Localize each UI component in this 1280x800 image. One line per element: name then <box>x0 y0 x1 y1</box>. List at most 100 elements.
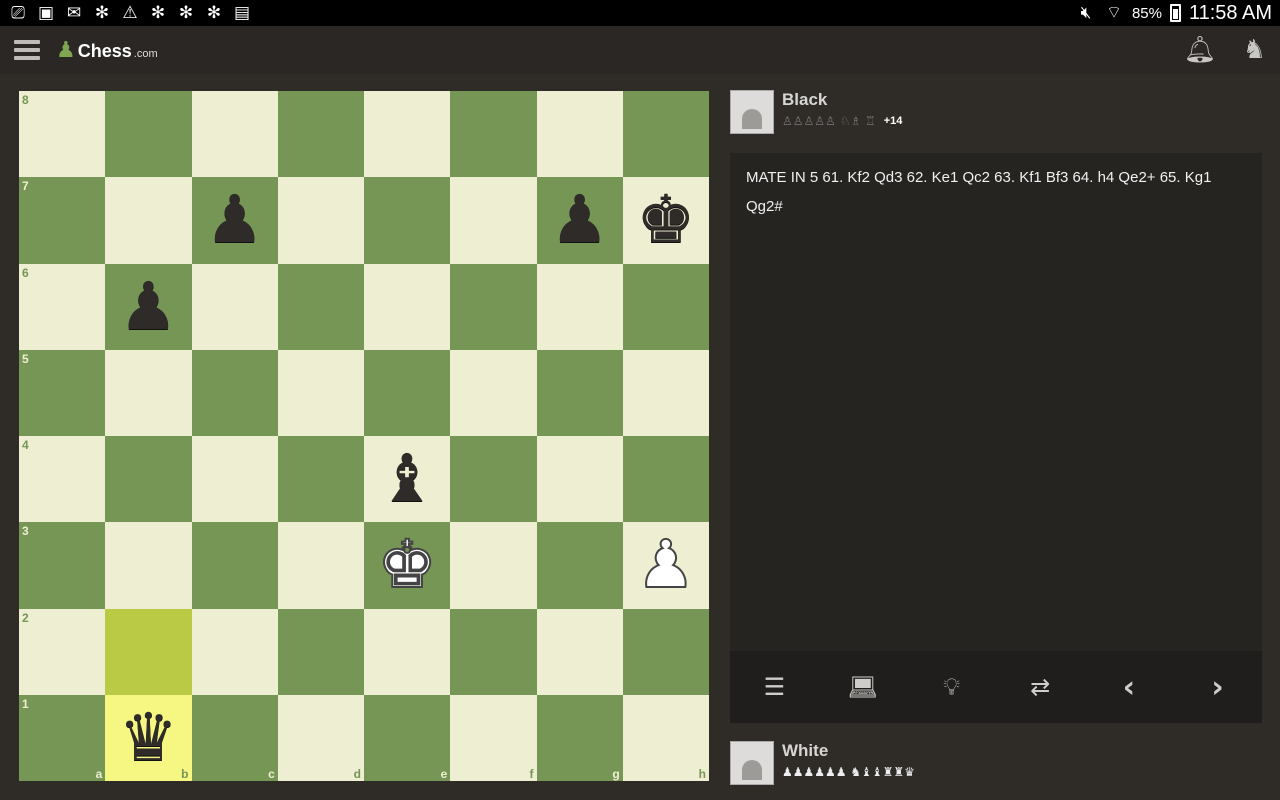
square-g4[interactable] <box>536 436 623 523</box>
next-move-icon[interactable]: › <box>1196 665 1240 709</box>
hint-lightbulb-icon[interactable]: 💡︎ <box>930 665 974 709</box>
square-b5[interactable] <box>105 349 192 436</box>
white-king-icon[interactable]: ♚ <box>377 531 438 599</box>
black-pawn-icon[interactable]: ♟ <box>550 187 609 253</box>
square-g6[interactable] <box>536 263 623 350</box>
rank-label: 2 <box>22 610 29 625</box>
square-h2[interactable] <box>622 608 709 695</box>
square-c8[interactable] <box>191 91 278 178</box>
square-e1[interactable]: e <box>364 694 451 781</box>
square-f6[interactable] <box>450 263 537 350</box>
square-e8[interactable] <box>364 91 451 178</box>
square-c2[interactable] <box>191 608 278 695</box>
square-g2[interactable] <box>536 608 623 695</box>
computer-icon[interactable]: 💻︎ <box>841 665 885 709</box>
captured-pieces: ♙♙♙♙♙ ♘♗ ♖ +14 <box>782 114 902 128</box>
file-label: g <box>612 767 620 781</box>
square-h1[interactable]: h <box>622 694 709 781</box>
snowflake-icon: ✻ <box>94 3 110 23</box>
black-pawn-icon[interactable]: ♟ <box>119 273 178 340</box>
square-c5[interactable] <box>191 349 278 436</box>
previous-move-icon[interactable]: ‹ <box>1107 665 1151 709</box>
black-queen-icon[interactable]: ♛ <box>119 704 178 771</box>
square-b3[interactable] <box>105 522 192 609</box>
chess-board[interactable]: 8 7 ♟ ♟ ♚ 6 ♟ 5 4 ♝ 3 ♚ ♟ 2 1 a b ♛ c d e f g h <box>19 91 709 781</box>
square-c3[interactable] <box>191 522 278 609</box>
square-f3[interactable] <box>450 522 537 609</box>
square-d6[interactable] <box>277 263 364 350</box>
flip-board-icon[interactable]: ⇄ <box>1018 665 1062 709</box>
player-name[interactable]: White <box>782 741 915 761</box>
square-c6[interactable] <box>191 263 278 350</box>
black-king-icon[interactable]: ♚ <box>636 187 695 253</box>
square-a8[interactable]: 8 <box>19 91 106 178</box>
square-f5[interactable] <box>450 349 537 436</box>
square-g8[interactable] <box>536 91 623 178</box>
square-f8[interactable] <box>450 91 537 178</box>
square-f7[interactable] <box>450 177 537 264</box>
square-b2[interactable] <box>105 608 192 695</box>
black-pawn-icon[interactable]: ♟ <box>205 187 264 253</box>
square-e2[interactable] <box>364 608 451 695</box>
app-bar: ♟ Chess .com 🔔︎ ♞ <box>0 26 1280 74</box>
square-c1[interactable]: c <box>191 694 278 781</box>
square-d4[interactable] <box>277 436 364 523</box>
player-name[interactable]: Black <box>782 90 902 110</box>
white-pawn-icon[interactable]: ♟ <box>635 531 696 599</box>
square-a2[interactable]: 2 <box>19 608 106 695</box>
square-g1[interactable]: g <box>536 694 623 781</box>
square-a7[interactable]: 7 <box>19 177 106 264</box>
square-g7[interactable]: ♟ <box>536 177 623 264</box>
cast-icon: ⎚ <box>11 3 25 23</box>
square-d2[interactable] <box>277 608 364 695</box>
square-g5[interactable] <box>536 349 623 436</box>
notifications-bell-icon[interactable]: 🔔︎ <box>1184 35 1217 65</box>
square-b7[interactable] <box>105 177 192 264</box>
clock: 11:58 AM <box>1188 1 1272 24</box>
square-b4[interactable] <box>105 436 192 523</box>
square-f1[interactable]: f <box>450 694 537 781</box>
square-c4[interactable] <box>191 436 278 523</box>
square-h7[interactable]: ♚ <box>622 177 709 264</box>
avatar[interactable] <box>730 741 774 785</box>
square-b8[interactable] <box>105 91 192 178</box>
square-h4[interactable] <box>622 436 709 523</box>
avatar[interactable] <box>730 90 774 134</box>
square-d8[interactable] <box>277 91 364 178</box>
square-d5[interactable] <box>277 349 364 436</box>
square-e7[interactable] <box>364 177 451 264</box>
square-a5[interactable]: 5 <box>19 349 106 436</box>
square-d3[interactable] <box>277 522 364 609</box>
square-a3[interactable]: 3 <box>19 522 106 609</box>
square-a6[interactable]: 6 <box>19 263 106 350</box>
system-status-bar: ⎚ ▣ ✉ ✻ ⚠ ✻ ✻ ✻ ▤ 🔇︎ ⌔ 85% 11:58 AM <box>0 0 1280 26</box>
square-d7[interactable] <box>277 177 364 264</box>
lessons-pawn-icon[interactable]: ♞ <box>1243 35 1266 65</box>
square-h5[interactable] <box>622 349 709 436</box>
chess-com-logo[interactable]: ♟ Chess .com <box>56 38 158 63</box>
square-e6[interactable] <box>364 263 451 350</box>
square-b6[interactable]: ♟ <box>105 263 192 350</box>
square-d1[interactable]: d <box>277 694 364 781</box>
square-a4[interactable]: 4 <box>19 436 106 523</box>
move-list-icon[interactable]: ☰ <box>752 665 796 709</box>
square-f2[interactable] <box>450 608 537 695</box>
square-f4[interactable] <box>450 436 537 523</box>
square-h8[interactable] <box>622 91 709 178</box>
square-e4[interactable]: ♝ <box>364 436 451 523</box>
square-h6[interactable] <box>622 263 709 350</box>
black-bishop-icon[interactable]: ♝ <box>378 446 437 512</box>
black-player-panel: Black ♙♙♙♙♙ ♘♗ ♖ +14 <box>730 90 902 134</box>
clipboard-icon: ▤ <box>233 3 251 23</box>
square-b1[interactable]: b ♛ <box>105 694 192 781</box>
square-c7[interactable]: ♟ <box>191 177 278 264</box>
square-h3[interactable]: ♟ <box>622 522 709 609</box>
move-text: MATE IN 5 61. Kf2 Qd3 62. Ke1 Qc2 63. Kf… <box>746 169 1212 215</box>
menu-icon[interactable] <box>14 40 40 60</box>
rank-label: 4 <box>22 438 29 452</box>
square-e5[interactable] <box>364 349 451 436</box>
square-a1[interactable]: 1a <box>19 694 106 781</box>
square-g3[interactable] <box>536 522 623 609</box>
square-e3[interactable]: ♚ <box>364 522 451 609</box>
file-label: a <box>95 767 103 781</box>
